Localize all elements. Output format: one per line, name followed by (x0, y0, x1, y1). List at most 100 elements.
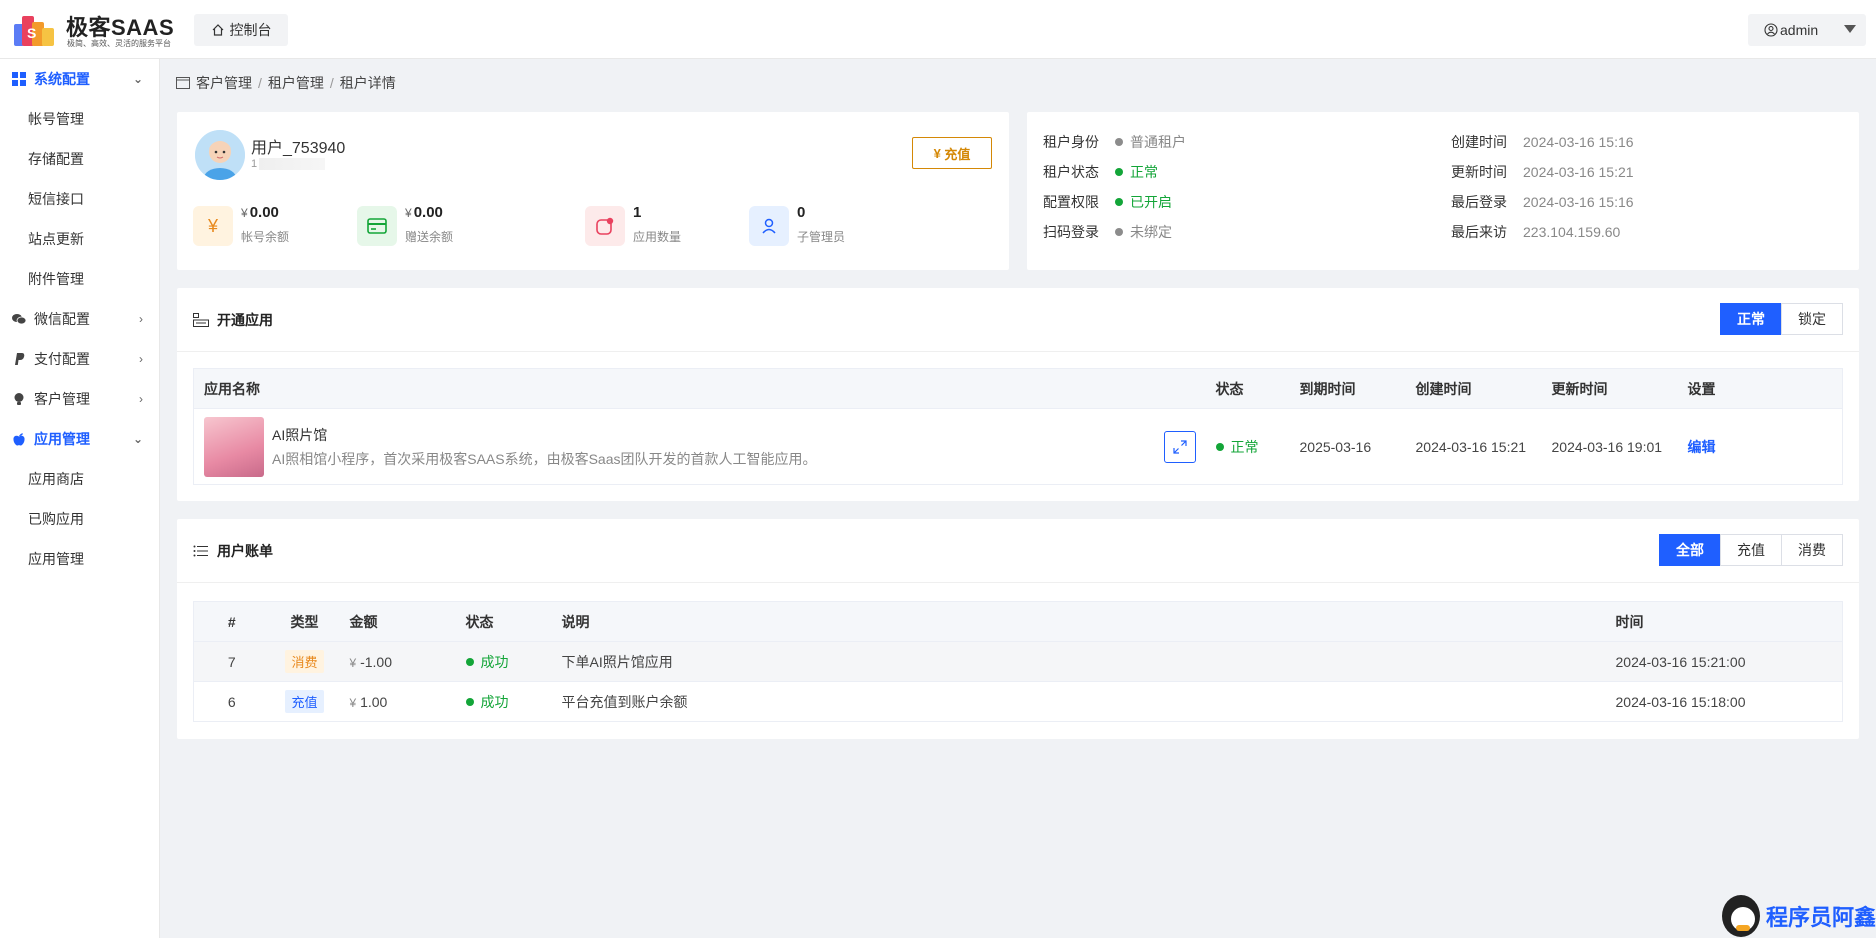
status-dot (465, 657, 474, 666)
filter-recharge-button[interactable]: 充值 (1720, 534, 1782, 566)
col-amount: 金额 (339, 601, 456, 642)
card-icon (357, 206, 397, 246)
chevron-right-icon: › (139, 312, 143, 326)
apps-card: 开通应用 正常 锁定 应用名称 状态 到期时间 创建时间 更新时间 设置 AI照… (177, 288, 1859, 501)
grid-icon (12, 72, 26, 86)
col-id: # (193, 601, 270, 642)
sidebar-group-payment[interactable]: 支付配置 › (0, 339, 159, 379)
status-dot (1115, 198, 1123, 206)
bills-card: 用户账单 全部 充值 消费 # 类型 金额 状态 说明 时间 7 消费 ¥ -1… (177, 519, 1859, 739)
paypal-icon (15, 353, 25, 365)
chevron-right-icon: › (139, 392, 143, 406)
console-button[interactable]: 控制台 (194, 14, 288, 46)
chevron-down-icon: ⌄ (132, 432, 143, 446)
info-row-last-visit: 最后来访 223.104.159.60 (1451, 224, 1621, 240)
status-badge: 成功 (465, 692, 542, 712)
app-created: 2024-03-16 15:21 (1405, 408, 1542, 485)
penguin-icon (1722, 894, 1760, 937)
status-dot (1115, 138, 1123, 146)
filter-locked-button[interactable]: 锁定 (1781, 303, 1843, 335)
col-settings: 设置 (1677, 368, 1843, 409)
sidebar-item-accounts[interactable]: 帐号管理 (0, 99, 159, 139)
col-status: 状态 (1205, 368, 1290, 409)
app-updated: 2024-03-16 19:01 (1541, 408, 1678, 485)
logo-icon: S (14, 16, 54, 46)
bulb-icon (14, 393, 24, 405)
status-badge: 正常 (1215, 437, 1280, 457)
home-icon (212, 24, 223, 36)
app-thumbnail[interactable] (204, 416, 264, 477)
logo[interactable]: S 极客SAAS 极简、高效、灵活的服务平台 (12, 8, 182, 52)
sidebar-group-label: 系统配置 (34, 71, 90, 87)
sidebar-item-sms[interactable]: 短信接口 (0, 179, 159, 219)
app-notification-icon (585, 206, 625, 246)
chevron-down-icon: ⌄ (132, 72, 143, 86)
top-header: S 极客SAAS 极简、高效、灵活的服务平台 控制台 admin (0, 0, 1876, 59)
admin-menu-button[interactable]: admin (1748, 14, 1866, 46)
admin-label: admin (1780, 22, 1819, 38)
col-app-name: 应用名称 (193, 368, 1206, 409)
info-row-created: 创建时间 2024-03-16 15:16 (1451, 134, 1634, 150)
col-created: 创建时间 (1405, 368, 1542, 409)
sidebar-item-app-management[interactable]: 应用管理 (0, 539, 159, 579)
watermark-text: 程序员阿鑫 (1765, 904, 1876, 930)
list-icon (193, 545, 208, 557)
table-row: 7 消费 ¥ -1.00 成功 下单AI照片馆应用 2024-03-16 15:… (193, 641, 1843, 682)
breadcrumb-item[interactable]: 客户管理 (196, 73, 252, 93)
col-time: 时间 (1605, 601, 1843, 642)
bills-card-title: 用户账单 (193, 541, 273, 561)
avatar-image (195, 130, 245, 180)
col-updated: 更新时间 (1541, 368, 1678, 409)
col-type: 类型 (269, 601, 340, 642)
avatar (195, 130, 245, 180)
table-row: AI照片馆 AI照相馆小程序，首次采用极客SAAS系统，由极客Saas团队开发的… (193, 408, 1843, 485)
breadcrumb: 客户管理 / 租户管理 / 租户详情 (176, 72, 396, 94)
sidebar: 系统配置 ⌄ 帐号管理 存储配置 短信接口 站点更新 附件管理 微信配置 › 支… (0, 59, 160, 938)
app-list-icon (193, 313, 209, 327)
wechat-icon (12, 314, 26, 325)
info-row-qr-login: 扫码登录 未绑定 (1043, 224, 1172, 240)
sidebar-group-label: 支付配置 (34, 351, 90, 367)
status-dot (1115, 228, 1123, 236)
app-name[interactable]: AI照片馆 (272, 425, 817, 445)
tenant-info-card: 租户身份 普通租户 租户状态 正常 配置权限 已开启 扫码登录 未绑定 创建时间 2024… (1027, 112, 1859, 270)
sidebar-item-attachments[interactable]: 附件管理 (0, 259, 159, 299)
type-badge: 充值 (285, 690, 324, 713)
yen-icon: ¥ (933, 145, 941, 161)
sidebar-group-apps[interactable]: 应用管理 ⌄ (0, 419, 159, 459)
status-dot (1115, 168, 1123, 176)
svg-text:S: S (27, 25, 36, 41)
sidebar-item-app-store[interactable]: 应用商店 (0, 459, 159, 499)
filter-normal-button[interactable]: 正常 (1720, 303, 1782, 335)
window-icon (176, 77, 190, 89)
col-desc: 说明 (551, 601, 1606, 642)
sidebar-group-label: 客户管理 (34, 391, 90, 407)
filter-all-button[interactable]: 全部 (1659, 534, 1721, 566)
filter-consume-button[interactable]: 消费 (1781, 534, 1843, 566)
app-expire: 2025-03-16 (1289, 408, 1406, 485)
username: 用户_753940 (251, 140, 346, 157)
expand-button[interactable] (1163, 430, 1196, 463)
sidebar-group-wechat[interactable]: 微信配置 › (0, 299, 159, 339)
table-row: 6 充值 ¥ 1.00 成功 平台充值到账户余额 2024-03-16 15:1… (193, 681, 1843, 722)
info-row-identity: 租户身份 普通租户 (1043, 134, 1186, 150)
recharge-button[interactable]: ¥ 充值 (912, 137, 992, 169)
sidebar-item-storage[interactable]: 存储配置 (0, 139, 159, 179)
sidebar-group-customers[interactable]: 客户管理 › (0, 379, 159, 419)
logo-subtitle: 极简、高效、灵活的服务平台 (67, 39, 171, 48)
yen-icon: ¥ (193, 206, 233, 246)
apps-card-title: 开通应用 (193, 310, 273, 330)
breadcrumb-item[interactable]: 租户管理 (268, 73, 324, 93)
bills-filter-group: 全部 充值 消费 (1659, 534, 1843, 566)
app-description: AI照相馆小程序，首次采用极客SAAS系统，由极客Saas团队开发的首款人工智能… (272, 450, 817, 467)
sidebar-item-purchased-apps[interactable]: 已购应用 (0, 499, 159, 539)
status-badge: 成功 (465, 652, 542, 672)
sidebar-group-system[interactable]: 系统配置 ⌄ (0, 59, 159, 99)
sidebar-group-label: 应用管理 (34, 431, 90, 447)
sidebar-item-update[interactable]: 站点更新 (0, 219, 159, 259)
edit-link[interactable]: 编辑 (1688, 439, 1716, 455)
info-row-permission: 配置权限 已开启 (1043, 194, 1172, 210)
type-badge: 消费 (285, 650, 324, 673)
breadcrumb-separator: / (258, 75, 262, 91)
col-status: 状态 (455, 601, 552, 642)
